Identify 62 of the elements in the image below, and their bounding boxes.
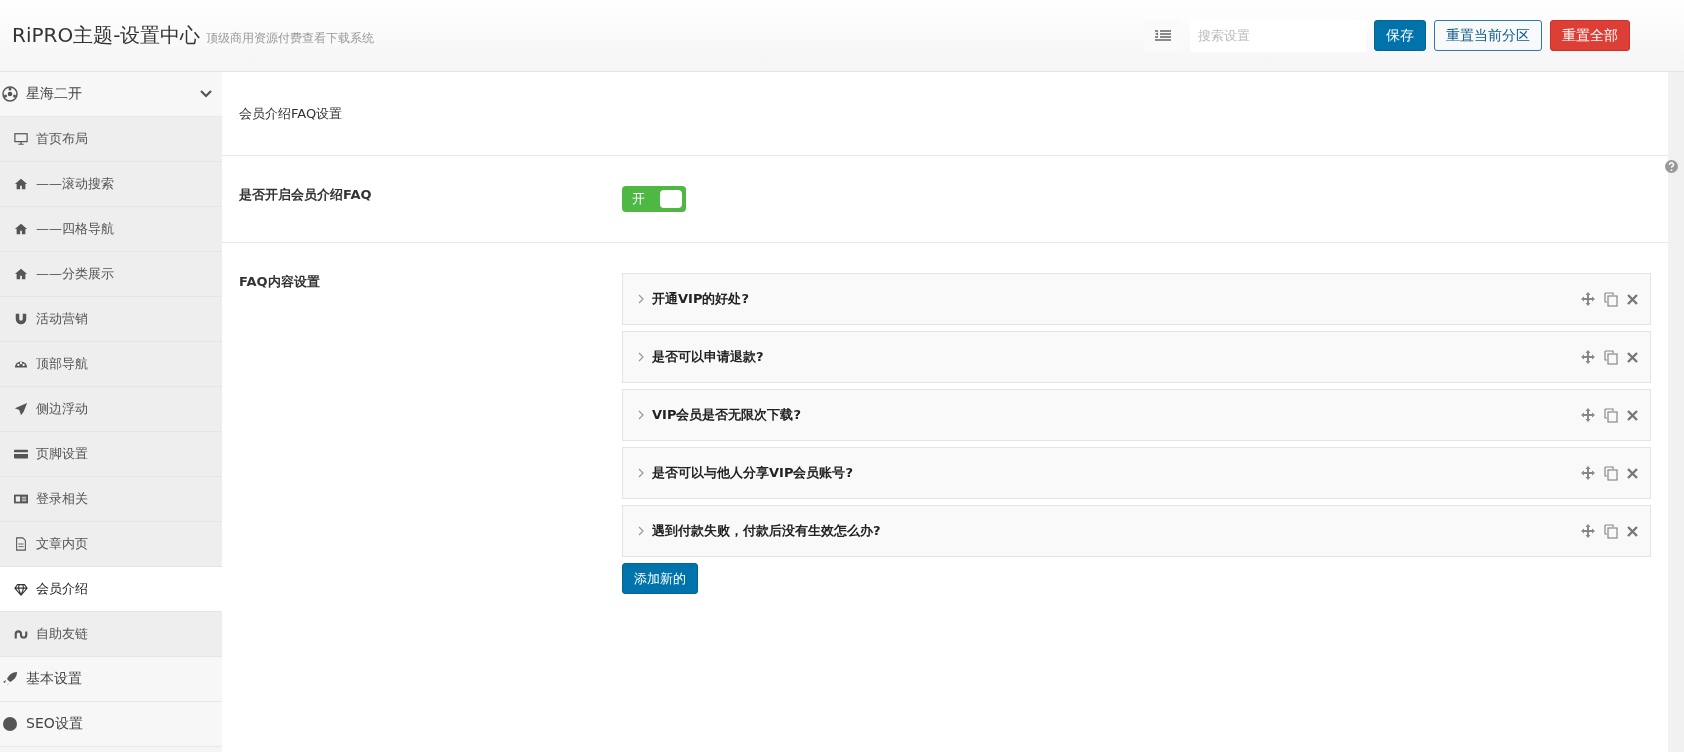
paper-plane-icon bbox=[14, 402, 28, 416]
field-label: FAQ内容设置 bbox=[239, 273, 321, 291]
save-button[interactable]: 保存 bbox=[1374, 20, 1426, 51]
monitor-icon bbox=[14, 132, 28, 146]
move-icon[interactable] bbox=[1581, 524, 1595, 538]
add-new-button[interactable]: 添加新的 bbox=[622, 563, 698, 594]
soccer-ball-icon bbox=[2, 86, 18, 102]
sidebar-item[interactable]: ——四格导航 bbox=[0, 207, 222, 252]
move-icon[interactable] bbox=[1581, 350, 1595, 364]
app-title: RiPRO主题-设置中心 bbox=[12, 22, 201, 49]
copy-icon[interactable] bbox=[1604, 291, 1618, 307]
copy-icon[interactable] bbox=[1604, 523, 1618, 539]
card-icon bbox=[14, 447, 28, 461]
move-icon[interactable] bbox=[1581, 408, 1595, 422]
sidebar-item[interactable]: 会员介绍 bbox=[0, 567, 222, 612]
close-icon[interactable] bbox=[1627, 293, 1638, 305]
copy-icon[interactable] bbox=[1604, 349, 1618, 365]
home-icon bbox=[14, 222, 28, 236]
search-field[interactable]: 搜索设置 bbox=[1190, 19, 1366, 52]
sidebar-item[interactable]: 顶部导航 bbox=[0, 342, 222, 387]
sidebar-item[interactable]: 首页布局 bbox=[0, 117, 222, 162]
sidebar-item[interactable]: 登录相关 bbox=[0, 477, 222, 522]
reset-section-button[interactable]: 重置当前分区 bbox=[1434, 20, 1542, 51]
move-icon[interactable] bbox=[1581, 292, 1595, 306]
wave-icon bbox=[14, 627, 28, 641]
app-subtitle: 顶级商用资源付费查看下载系统 bbox=[206, 30, 375, 47]
reset-all-button[interactable]: 重置全部 bbox=[1550, 20, 1630, 51]
chevron-icon[interactable] bbox=[200, 90, 212, 98]
chevron-right-icon[interactable] bbox=[638, 526, 644, 536]
diamond-icon bbox=[14, 582, 28, 596]
copy-icon[interactable] bbox=[1604, 465, 1618, 481]
sidebar-item[interactable]: 页脚设置 bbox=[0, 432, 222, 477]
chevron-right-icon[interactable] bbox=[638, 352, 644, 362]
circle-icon bbox=[2, 716, 18, 732]
faq-title[interactable]: 开通VIP的好处? bbox=[652, 290, 1573, 308]
sidebar-item[interactable]: 自助友链 bbox=[0, 612, 222, 657]
id-card-icon bbox=[14, 492, 28, 506]
sidebar-item[interactable]: 活动营销 bbox=[0, 297, 222, 342]
close-icon[interactable] bbox=[1627, 409, 1638, 421]
sidebar-item[interactable]: 文章内页 bbox=[0, 522, 222, 567]
close-icon[interactable] bbox=[1627, 467, 1638, 479]
faq-title[interactable]: 遇到付款失败，付款后没有生效怎么办? bbox=[652, 522, 1573, 540]
close-icon[interactable] bbox=[1627, 525, 1638, 537]
section-title: 会员介绍FAQ设置 bbox=[239, 104, 343, 123]
close-icon[interactable] bbox=[1627, 351, 1638, 363]
move-icon[interactable] bbox=[1581, 466, 1595, 480]
chevron-right-icon[interactable] bbox=[638, 410, 644, 420]
faq-title[interactable]: 是否可以申请退款? bbox=[652, 348, 1573, 366]
home-icon bbox=[14, 177, 28, 191]
sidebar-item[interactable]: ——分类展示 bbox=[0, 252, 222, 297]
field-label: 是否开启会员介绍FAQ bbox=[239, 186, 373, 204]
magnet-icon bbox=[14, 312, 28, 326]
document-icon bbox=[14, 537, 28, 551]
home-icon bbox=[14, 267, 28, 281]
sidebar-item[interactable]: 侧边浮动 bbox=[0, 387, 222, 432]
chevron-right-icon[interactable] bbox=[638, 468, 644, 478]
faq-title[interactable]: 是否可以与他人分享VIP会员账号? bbox=[652, 464, 1573, 482]
help-icon[interactable] bbox=[1665, 160, 1678, 173]
sidebar-item[interactable]: ——滚动搜索 bbox=[0, 162, 222, 207]
faq-title[interactable]: VIP会员是否无限次下载? bbox=[652, 406, 1573, 424]
chevron-right-icon[interactable] bbox=[638, 294, 644, 304]
copy-icon[interactable] bbox=[1604, 407, 1618, 423]
